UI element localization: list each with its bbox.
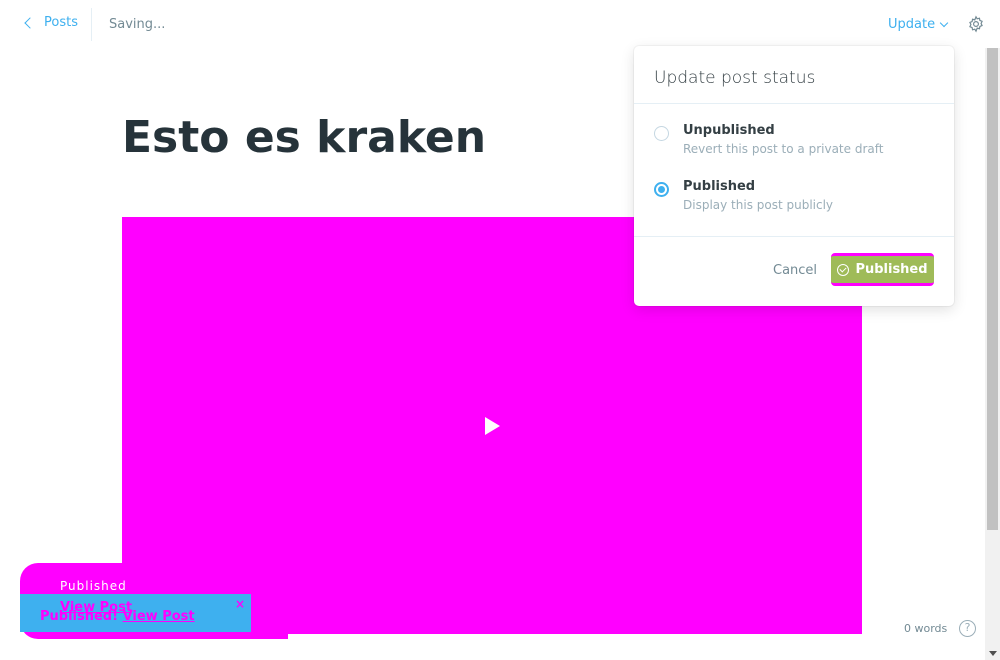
- gear-icon[interactable]: [967, 15, 985, 33]
- header-divider: [91, 8, 92, 41]
- toast-text: Published!: [40, 609, 119, 624]
- vertical-scrollbar[interactable]: [985, 48, 1000, 660]
- post-status-popover: Update post status Unpublished Revert th…: [634, 46, 954, 306]
- scrollbar-thumb[interactable]: [987, 48, 998, 530]
- option-published[interactable]: Published Display this post publicly: [654, 179, 833, 212]
- popover-divider: [634, 103, 954, 104]
- popover-title: Update post status: [654, 68, 816, 88]
- option-label: Unpublished: [683, 123, 775, 138]
- play-icon[interactable]: [485, 417, 500, 435]
- publish-button-label: Published: [855, 262, 928, 277]
- back-to-posts-link[interactable]: Posts: [24, 15, 78, 30]
- option-description: Revert this post to a private draft: [683, 142, 884, 156]
- chevron-down-icon: [939, 18, 949, 27]
- save-status: Saving...: [109, 17, 166, 32]
- unpublished-radio[interactable]: [654, 126, 669, 141]
- view-post-link[interactable]: View Post: [123, 609, 195, 624]
- option-description: Display this post publicly: [683, 198, 834, 212]
- close-icon[interactable]: ×: [235, 597, 245, 611]
- help-icon[interactable]: ?: [959, 620, 976, 637]
- option-unpublished[interactable]: Unpublished Revert this post to a privat…: [654, 123, 883, 156]
- cancel-button[interactable]: Cancel: [773, 263, 817, 278]
- option-label: Published: [683, 179, 756, 194]
- toast-ghost-text: Published: [60, 579, 127, 593]
- popover-divider: [634, 236, 954, 237]
- chevron-left-icon: [24, 16, 36, 29]
- editor-header: Posts Saving... Update: [0, 0, 985, 48]
- notification-toast: Published View Post Published! View Post…: [20, 563, 288, 639]
- check-circle-icon: [837, 263, 850, 276]
- word-count: 0 words: [904, 622, 948, 635]
- update-dropdown-button[interactable]: Update: [888, 17, 949, 32]
- publish-button[interactable]: Published: [831, 253, 934, 286]
- toast-message: Published! View Post: [40, 609, 195, 624]
- update-label: Update: [888, 17, 936, 32]
- post-title[interactable]: Esto es kraken: [122, 112, 486, 163]
- published-radio[interactable]: [654, 182, 669, 197]
- scroll-down-arrow-icon[interactable]: [989, 651, 997, 656]
- back-label: Posts: [44, 15, 78, 30]
- toast-bar: View Post Published! View Post ×: [20, 594, 251, 632]
